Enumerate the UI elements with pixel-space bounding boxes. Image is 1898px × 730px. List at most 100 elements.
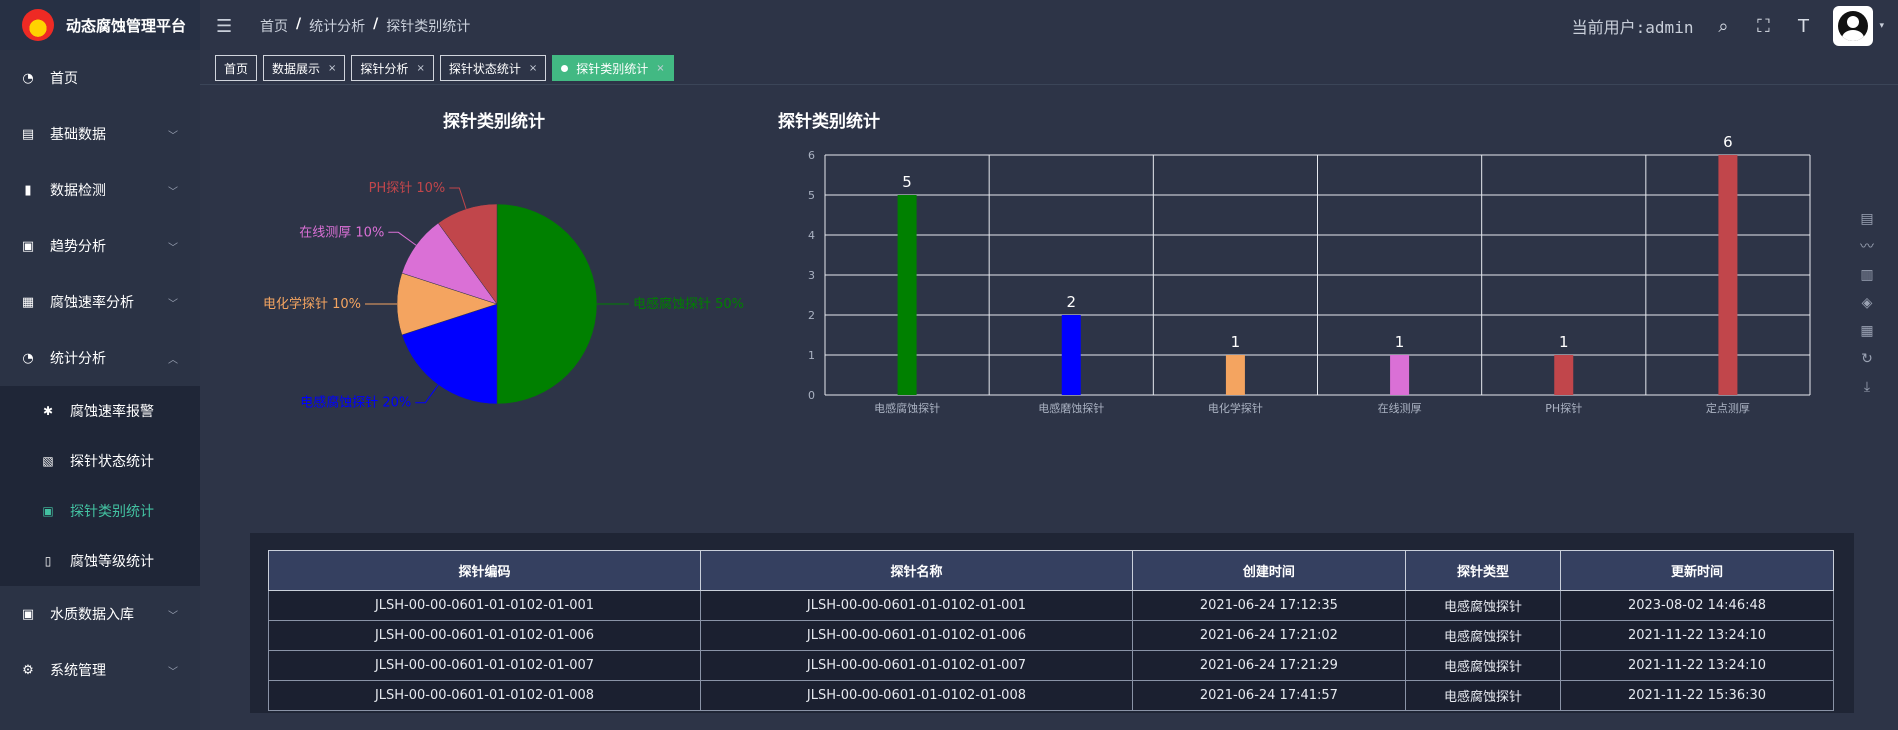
y-tick-label: 1 <box>808 349 815 362</box>
close-icon[interactable]: × <box>416 63 424 74</box>
sidebar-item-label: 腐蚀速率分析 <box>50 295 134 311</box>
pie-label-line <box>415 384 439 404</box>
breadcrumb-item-current: 探针类别统计 <box>386 19 471 35</box>
tab-label: 数据展示 <box>272 61 321 76</box>
sidebar-subitem-corrosion-level[interactable]: ▯ 腐蚀等级统计 <box>0 536 200 586</box>
avatar[interactable] <box>1833 6 1874 46</box>
y-tick-label: 3 <box>808 269 815 282</box>
y-tick-label: 6 <box>808 149 815 162</box>
bar[interactable] <box>1061 315 1081 395</box>
table-cell: JLSH-00-00-0601-01-0102-01-008 <box>268 680 701 711</box>
sidebar-item-data-detection[interactable]: ▮ 数据检测 ﹀ <box>0 162 200 218</box>
bar-value-label: 1 <box>1395 333 1405 351</box>
table-row[interactable]: JLSH-00-00-0601-01-0102-01-006 JLSH-00-0… <box>268 620 1835 651</box>
app-logo[interactable]: 动态腐蚀管理平台 <box>0 0 200 50</box>
bar[interactable] <box>1718 155 1738 395</box>
tab-probe-analysis[interactable]: 探针分析 × <box>351 55 434 81</box>
sidebar-item-water-data[interactable]: ▣ 水质数据入库 ﹀ <box>0 586 200 642</box>
chevron-down-icon: ﹀ <box>168 610 178 622</box>
stack-icon[interactable]: ◈ <box>1858 294 1876 312</box>
column-header[interactable]: 探针名称 <box>699 550 1133 591</box>
bar-value-label: 5 <box>902 173 912 191</box>
x-tick-label: 电感磨蚀探针 <box>1038 401 1104 415</box>
sidebar-item-basic-data[interactable]: ▤ 基础数据 ﹀ <box>0 106 200 162</box>
tab-label: 探针状态统计 <box>448 61 521 76</box>
sidebar-item-label: 数据检测 <box>50 183 106 199</box>
sidebar-item-label: 首页 <box>50 71 78 87</box>
pie-slice[interactable] <box>496 203 598 405</box>
breadcrumb-item[interactable]: 首页 <box>260 16 288 36</box>
tab-probe-status[interactable]: 探针状态统计 × <box>439 55 547 81</box>
table-cell: 2021-11-22 13:24:10 <box>1559 620 1835 651</box>
tab-label: 首页 <box>224 61 249 76</box>
chart-toolbox: ▤ 〰 ▥ ◈ ▦ ↻ ⤓ <box>1858 210 1876 396</box>
fullscreen-icon[interactable]: ⛶ <box>1753 16 1773 37</box>
download-icon[interactable]: ⤓ <box>1858 378 1876 396</box>
close-icon[interactable]: × <box>328 63 336 74</box>
breadcrumb-item[interactable]: 统计分析 <box>309 16 365 36</box>
bug-icon: ✱ <box>42 404 54 418</box>
sidebar-subitem-label: 探针类别统计 <box>70 504 154 520</box>
data-view-icon[interactable]: ▤ <box>1858 210 1876 228</box>
sidebar-item-system[interactable]: ⚙ 系统管理 ﹀ <box>0 642 200 698</box>
bar-value-label: 1 <box>1231 333 1241 351</box>
sidebar-item-label: 基础数据 <box>50 127 106 143</box>
sidebar-subitem-rate-alarm[interactable]: ✱ 腐蚀速率报警 <box>0 386 200 436</box>
close-icon[interactable]: × <box>529 63 537 74</box>
menu-toggle-icon[interactable]: ☰ <box>216 16 236 37</box>
file-icon: ▧ <box>42 454 54 468</box>
font-size-icon[interactable]: T <box>1793 16 1813 37</box>
bar[interactable] <box>1225 355 1245 395</box>
column-header[interactable]: 探针类型 <box>1404 550 1561 591</box>
sidebar: 动态腐蚀管理平台 ◔ 首页 ▤ 基础数据 ﹀ ▮ 数据检测 ﹀ ▣ 趋势分析 ﹀ ▦ 腐蚀速率分… <box>0 0 200 730</box>
tab-home[interactable]: 首页 <box>215 55 258 81</box>
y-tick-label: 5 <box>808 189 815 202</box>
sidebar-subitem-probe-category[interactable]: ▣ 探针类别统计 <box>0 486 200 536</box>
sidebar-item-trend-analysis[interactable]: ▣ 趋势分析 ﹀ <box>0 218 200 274</box>
tab-probe-category[interactable]: 探针类别统计 × <box>552 55 674 81</box>
pie-slice-label: 在线测厚 10% <box>299 225 384 240</box>
sidebar-item-label: 统计分析 <box>50 351 106 367</box>
search-icon[interactable]: ⌕ <box>1713 16 1733 37</box>
bar[interactable] <box>1554 355 1574 395</box>
trend-icon: ▣ <box>21 606 35 622</box>
bar-value-label: 2 <box>1066 293 1076 311</box>
column-header[interactable]: 更新时间 <box>1559 550 1835 591</box>
dashboard-icon: ◔ <box>22 70 34 86</box>
statistics-submenu: ✱ 腐蚀速率报警 ▧ 探针状态统计 ▣ 探针类别统计 ▯ 腐蚀等级统计 <box>0 386 200 586</box>
table-row[interactable]: JLSH-00-00-0601-01-0102-01-007 JLSH-00-0… <box>268 650 1835 681</box>
bar-chart-icon[interactable]: ▥ <box>1858 266 1876 284</box>
column-header[interactable]: 探针编码 <box>268 550 701 591</box>
table-row[interactable]: JLSH-00-00-0601-01-0102-01-001 JLSH-00-0… <box>268 590 1835 621</box>
line-chart-icon[interactable]: 〰 <box>1858 238 1876 256</box>
chevron-down-icon: ﹀ <box>168 130 178 142</box>
table-cell: 2021-06-24 17:21:29 <box>1131 650 1406 681</box>
x-tick-label: PH探针 <box>1545 401 1582 415</box>
sidebar-item-home[interactable]: ◔ 首页 <box>0 50 200 106</box>
pie-label-line <box>388 231 417 246</box>
app-title: 动态腐蚀管理平台 <box>66 16 187 35</box>
x-tick-label: 定点测厚 <box>1706 401 1750 415</box>
refresh-icon[interactable]: ↻ <box>1858 350 1876 368</box>
bar[interactable] <box>1390 355 1410 395</box>
bar[interactable] <box>897 195 917 395</box>
pie-chart: 电感腐蚀探针 50% 电感腐蚀探针 20% 电化学探针 10% 在线测厚 10% PH探… <box>263 181 744 411</box>
probe-table-panel: 探针编码 探针名称 创建时间 探针类型 更新时间 JLSH-00-00-0601… <box>250 533 1854 713</box>
table-cell: 2021-11-22 15:36:30 <box>1559 680 1835 711</box>
close-icon[interactable]: × <box>656 63 664 74</box>
topbar-actions: 当前用户:admin ⌕ ⛶ T ▾ <box>1572 0 1884 52</box>
trend-icon: ▣ <box>21 238 35 254</box>
table-cell: 2021-11-22 13:24:10 <box>1559 650 1835 681</box>
column-header[interactable]: 创建时间 <box>1131 550 1406 591</box>
current-user-label: 当前用户:admin <box>1571 18 1694 37</box>
table-row[interactable]: JLSH-00-00-0601-01-0102-01-008 JLSH-00-0… <box>268 680 1835 711</box>
table-cell: JLSH-00-00-0601-01-0102-01-001 <box>268 590 701 621</box>
sidebar-item-corrosion-rate[interactable]: ▦ 腐蚀速率分析 ﹀ <box>0 274 200 330</box>
tiled-icon[interactable]: ▦ <box>1858 322 1876 340</box>
y-tick-label: 2 <box>808 309 815 322</box>
sidebar-item-statistics[interactable]: ◔ 统计分析 ︿ <box>0 330 200 386</box>
table-cell: 2021-06-24 17:12:35 <box>1131 590 1406 621</box>
caret-down-icon[interactable]: ▾ <box>1879 21 1884 31</box>
tab-data-display[interactable]: 数据展示 × <box>263 55 346 81</box>
sidebar-subitem-probe-status[interactable]: ▧ 探针状态统计 <box>0 436 200 486</box>
